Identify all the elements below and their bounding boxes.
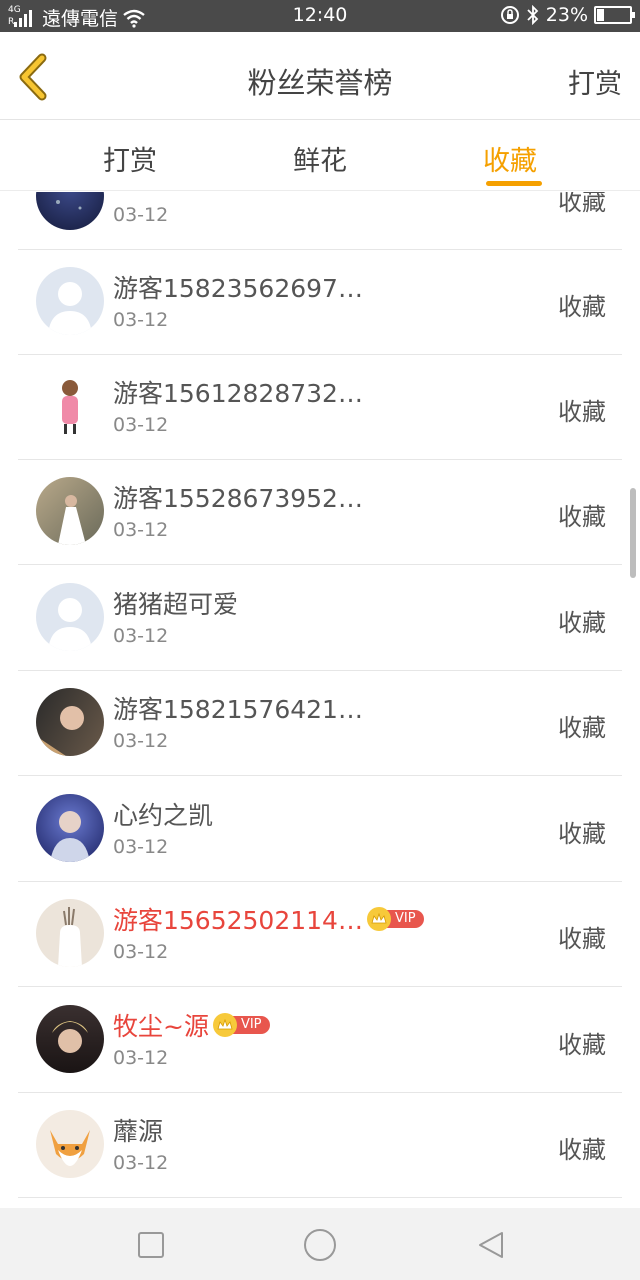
home-button[interactable] bbox=[302, 1227, 338, 1263]
triangle-back-icon bbox=[479, 1232, 503, 1258]
page-title: 粉丝荣誉榜 bbox=[247, 66, 393, 100]
avatar[interactable] bbox=[36, 1005, 104, 1073]
avatar[interactable] bbox=[36, 688, 104, 756]
tab-collect[interactable]: 收藏 bbox=[450, 139, 570, 186]
action-label: 收藏 bbox=[558, 293, 606, 321]
item-date: 03-12 bbox=[113, 1152, 169, 1174]
back-nav-button[interactable] bbox=[476, 1230, 506, 1260]
user-name: 蘼源 bbox=[113, 1117, 164, 1146]
list-item[interactable]: 心约之凯 03-12 收藏 bbox=[18, 776, 622, 882]
action-label: 收藏 bbox=[558, 503, 606, 531]
tab-bar: 打赏 鲜花 收藏 bbox=[0, 121, 640, 191]
list-item[interactable]: 游客15528673952… 03-12 收藏 bbox=[18, 459, 622, 565]
recents-button[interactable] bbox=[136, 1230, 166, 1260]
tab-active-indicator bbox=[486, 181, 542, 186]
list-item[interactable]: 03-12 收藏 bbox=[18, 192, 622, 250]
user-name: 牧尘~源 bbox=[113, 1012, 209, 1041]
item-date: 03-12 bbox=[113, 730, 169, 752]
item-date: 03-12 bbox=[113, 1047, 169, 1069]
user-name: 游客15652502114… bbox=[113, 906, 363, 935]
tab-label: 打赏 bbox=[103, 146, 157, 177]
item-date: 03-12 bbox=[113, 309, 169, 331]
avatar[interactable] bbox=[36, 192, 104, 230]
battery-icon bbox=[594, 6, 635, 24]
rotation-lock-icon bbox=[500, 6, 519, 24]
user-name-vip: 牧尘~源 VIP bbox=[113, 1007, 270, 1043]
tab-label: 鲜花 bbox=[293, 146, 347, 177]
avatar[interactable] bbox=[36, 899, 104, 967]
user-name: 猪猪超可爱 bbox=[113, 590, 239, 619]
user-name: 心约之凯 bbox=[113, 801, 214, 830]
avatar[interactable] bbox=[36, 794, 104, 862]
action-label: 收藏 bbox=[558, 820, 606, 848]
crown-icon bbox=[212, 1013, 237, 1037]
vip-badge: VIP bbox=[366, 907, 424, 931]
action-label: 收藏 bbox=[558, 609, 606, 637]
default-user-icon bbox=[48, 598, 92, 651]
list-item[interactable]: 牧尘~源 VIP 03-12 收藏 bbox=[18, 987, 622, 1093]
scrollbar[interactable] bbox=[630, 488, 636, 578]
list-item[interactable]: 游客15823562697… 03-12 收藏 bbox=[18, 249, 622, 355]
default-user-icon bbox=[48, 282, 92, 335]
item-date: 03-12 bbox=[113, 204, 169, 226]
tab-flowers[interactable]: 鲜花 bbox=[260, 139, 380, 178]
list-item[interactable]: 游客15821576421… 03-12 收藏 bbox=[18, 670, 622, 776]
item-date: 03-12 bbox=[113, 941, 169, 963]
item-date: 03-12 bbox=[113, 414, 169, 436]
action-label: 收藏 bbox=[558, 925, 606, 953]
crown-icon bbox=[366, 907, 391, 931]
status-bar: 4G R 遠傳電信 12:40 23% bbox=[0, 0, 640, 32]
list-item[interactable]: 猪猪超可爱 03-12 收藏 bbox=[18, 565, 622, 671]
tab-label: 收藏 bbox=[483, 146, 537, 177]
vip-badge: VIP bbox=[212, 1013, 270, 1037]
reward-button[interactable]: 打赏 bbox=[568, 62, 622, 101]
user-name: 游客15823562697… bbox=[113, 274, 363, 303]
circle-icon bbox=[304, 1229, 336, 1261]
item-date: 03-12 bbox=[113, 836, 169, 858]
avatar[interactable] bbox=[36, 267, 104, 335]
battery-percent: 23% bbox=[545, 4, 588, 26]
user-name: 游客15612828732… bbox=[113, 379, 363, 408]
list-item[interactable]: 游客15652502114… VIP 03-12 收藏 bbox=[18, 881, 622, 987]
fan-list[interactable]: 03-12 收藏 游客15823562697… 03-12 收藏 游客15612… bbox=[0, 192, 640, 1208]
user-name: 游客15821576421… bbox=[113, 695, 363, 724]
action-label: 收藏 bbox=[558, 192, 606, 216]
item-date: 03-12 bbox=[113, 625, 169, 647]
nav-bar: 粉丝荣誉榜 打赏 bbox=[0, 32, 640, 120]
bluetooth-icon bbox=[527, 5, 539, 25]
action-label: 收藏 bbox=[558, 398, 606, 426]
avatar[interactable] bbox=[36, 372, 104, 440]
action-label: 收藏 bbox=[558, 714, 606, 742]
list-item[interactable]: 蘼源 03-12 收藏 bbox=[18, 1092, 622, 1198]
status-right: 23% bbox=[500, 4, 635, 26]
action-label: 收藏 bbox=[558, 1031, 606, 1059]
user-name: 游客15528673952… bbox=[113, 484, 363, 513]
square-icon bbox=[138, 1232, 164, 1258]
list-item[interactable]: 游客15612828732… 03-12 收藏 bbox=[18, 354, 622, 460]
action-label: 收藏 bbox=[558, 1136, 606, 1164]
avatar[interactable] bbox=[36, 1110, 104, 1178]
user-name-vip: 游客15652502114… VIP bbox=[113, 901, 424, 937]
tab-reward[interactable]: 打赏 bbox=[70, 139, 190, 178]
avatar[interactable] bbox=[36, 583, 104, 651]
system-nav-bar bbox=[0, 1208, 640, 1280]
item-date: 03-12 bbox=[113, 519, 169, 541]
avatar[interactable] bbox=[36, 477, 104, 545]
